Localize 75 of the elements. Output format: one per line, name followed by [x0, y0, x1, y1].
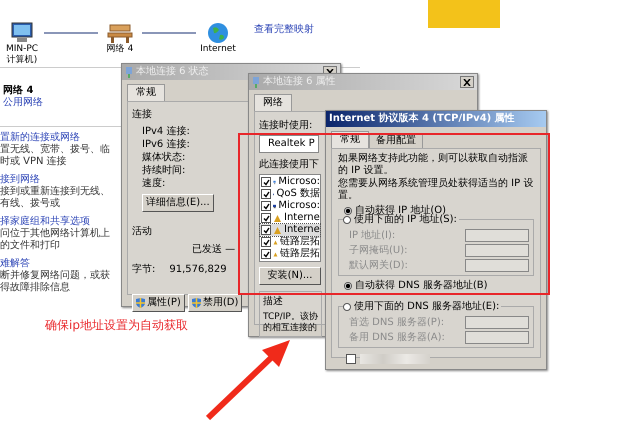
blurred-placeholder [360, 354, 430, 364]
task-description: 问位于其他网络计算机上的文件和打印 [0, 228, 111, 252]
task-link[interactable]: 接到网络 [0, 174, 40, 185]
field-label: 子网掩码(U): [349, 244, 408, 256]
field-label: 备用 DNS 服务器(A): [349, 332, 445, 344]
list-item[interactable]: Interne [260, 224, 320, 236]
radio-option[interactable]: 使用下面的 IP 地址(S): [343, 214, 459, 226]
intro-text: 您需要从网络系统管理员处获得适当的 IP 设置。 [338, 178, 534, 202]
network-name: 网络 4 [3, 85, 34, 97]
checkbox[interactable] [261, 177, 271, 187]
network-category-link[interactable]: 公用网络 [3, 97, 43, 108]
bytes-value: 91,576,829 [169, 264, 227, 276]
list-item[interactable]: 链路层拓 [260, 248, 320, 260]
image-placeholder [428, 0, 500, 28]
bytes-label: 字节: [132, 264, 156, 276]
list-item[interactable]: Microso: [260, 176, 320, 188]
field-label: IP 地址(I): [349, 230, 396, 242]
full-map-link[interactable]: 查看完整映射 [254, 24, 314, 36]
field-label: 持续时间: [141, 164, 186, 177]
radio-option[interactable]: 使用下面的 DNS 服务器地址(E): [343, 301, 502, 313]
field-label: 默认网关(D): [349, 260, 408, 272]
field-label: 首选 DNS 服务器(P): [349, 316, 444, 328]
dialog-button[interactable]: 属性(P) [132, 294, 185, 312]
connection-line [142, 32, 196, 34]
task-link[interactable]: 难解答 [0, 258, 30, 269]
checkbox[interactable] [261, 189, 271, 199]
task-description: 接到或重新连接到无线、有线、拨号或 [0, 186, 111, 210]
sent-label: 已发送 — [192, 244, 236, 256]
task-description: 置无线、宽带、拨号、临时或 VPN 连接 [0, 144, 111, 168]
description-text: 的相互连接的 [263, 323, 318, 334]
field-label: 连接时使用: [259, 120, 312, 132]
dialog-tab[interactable]: 常规 [127, 84, 165, 101]
checkbox[interactable] [261, 201, 271, 211]
window-title: Internet 协议版本 4 (TCP/IPv4) 属性 [329, 113, 515, 125]
node-label: Internet [200, 44, 236, 55]
field-label: 此连接使用下 [259, 159, 319, 171]
checkbox[interactable] [261, 249, 271, 259]
globe-icon [207, 22, 229, 44]
checkbox[interactable] [261, 213, 271, 223]
checkbox[interactable] [346, 354, 356, 364]
dialog-button[interactable]: 禁用(D) [188, 294, 242, 312]
node-label: MIN-PC [6, 44, 38, 54]
field-label: IPv4 连接: [141, 125, 190, 138]
task-link[interactable]: 择家庭组和共享选项 [0, 216, 90, 227]
adapter-field: Realtek P [259, 135, 319, 153]
field-label: 速度: [141, 177, 166, 190]
connection-line [44, 32, 98, 34]
list-item[interactable]: QoS 数据 [260, 188, 320, 200]
network-icon [252, 76, 260, 88]
field-label: 媒体状态: [141, 151, 186, 164]
shield-icon [136, 298, 145, 308]
group-label: 描述 [263, 296, 283, 308]
intro-text: 如果网络支持此功能，则可以获取自动指派的 IP 设置。 [338, 153, 529, 177]
annotation-caption: 确保ip地址设置为自动获取 [45, 318, 188, 332]
install-button[interactable]: 安装(N)... [259, 267, 321, 285]
network-icon [125, 66, 133, 78]
task-description: 断并修复网络问题，或获得故障排除信息 [0, 270, 111, 294]
list-item[interactable]: 链路层拓 [260, 236, 320, 248]
list-item[interactable]: Interne [260, 212, 320, 224]
details-button[interactable]: 详细信息(E)... [142, 194, 214, 212]
shield-icon [192, 298, 201, 308]
bench-icon [107, 22, 133, 44]
group-label: 连接 [132, 109, 152, 121]
close-icon [463, 78, 471, 86]
field-label: IPv6 连接: [141, 138, 190, 151]
radio-option[interactable]: 自动获得 DNS 服务器地址(B) [344, 280, 534, 292]
node-label: 计算机) [6, 55, 38, 66]
task-link[interactable]: 置新的连接或网络 [0, 132, 80, 143]
description-text: TCP/IP。该协 [263, 312, 318, 322]
checkbox[interactable] [261, 225, 271, 235]
list-item[interactable]: Microso: [260, 200, 320, 212]
dialog-tab[interactable]: 网络 [254, 94, 292, 111]
group-label: 活动 [132, 226, 152, 238]
node-label: 网络 4 [106, 44, 134, 55]
checkbox[interactable] [261, 237, 271, 247]
